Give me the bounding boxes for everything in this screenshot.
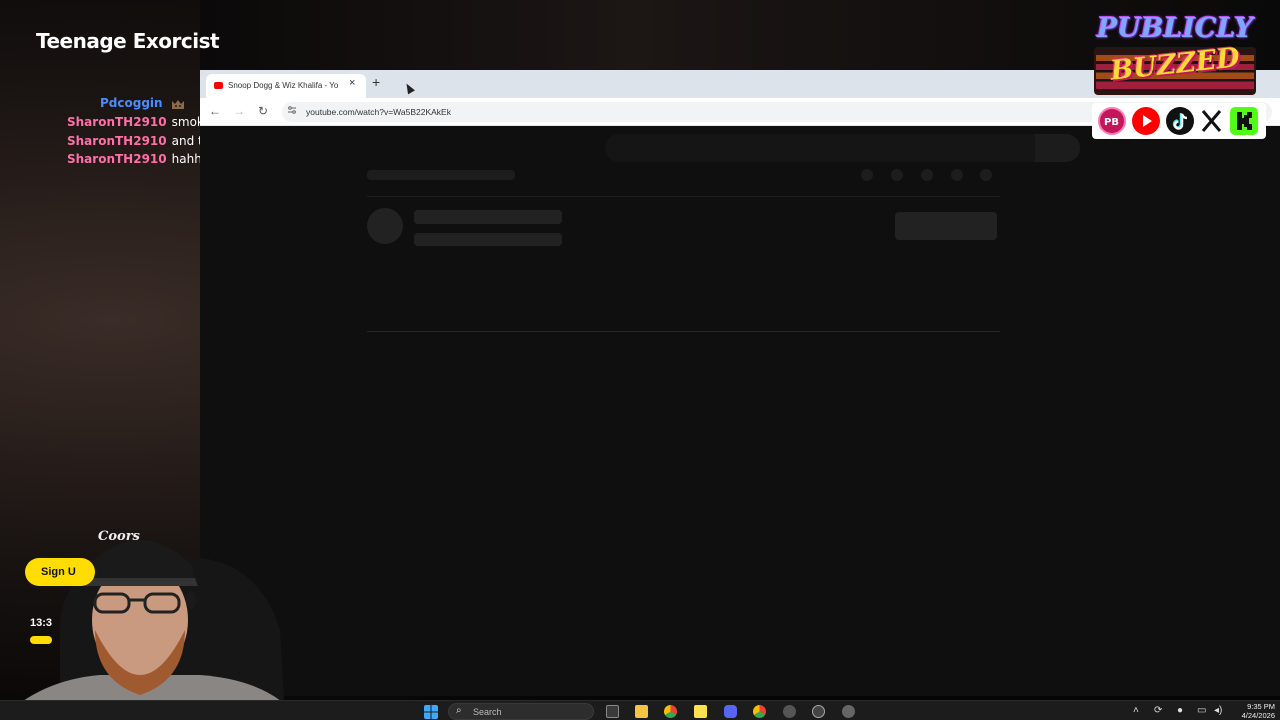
social-icons-bar: PB [1092, 103, 1266, 139]
overlay-clock: 13:3 [30, 617, 53, 629]
search-placeholder: Search [473, 707, 502, 717]
kick-icon [1230, 107, 1258, 135]
divider [367, 331, 1000, 332]
back-button[interactable]: ← [209, 104, 221, 118]
app-icon[interactable] [842, 705, 855, 718]
sticky-notes-icon[interactable] [694, 705, 707, 718]
youtube-loading-page [200, 126, 1280, 696]
search-icon: ⌕ [456, 705, 462, 716]
display-icon[interactable]: ▭ [1197, 705, 1206, 716]
cat-emote-icon [172, 99, 185, 109]
x-icon [1198, 107, 1226, 135]
microphone-icon[interactable]: ● [1177, 705, 1183, 716]
windows-taskbar: ⌕ Search ˄ ⟳ ● ▭ ◂) 9:35 PM 4/24/2026 [0, 700, 1280, 720]
tiktok-icon [1166, 107, 1194, 135]
clock-date: 4/24/2026 [1241, 711, 1275, 720]
file-explorer-icon[interactable] [635, 705, 648, 718]
chat-username: SharonTH2910 [67, 115, 167, 129]
discord-icon[interactable] [724, 705, 737, 718]
app-icon[interactable] [783, 705, 796, 718]
chat-username: Pdcoggin [100, 96, 163, 110]
logo-title: PUBLICLY [1096, 13, 1254, 44]
sync-icon[interactable]: ⟳ [1154, 705, 1162, 716]
taskbar-search[interactable]: ⌕ Search [448, 703, 594, 720]
avatar-skeleton [367, 208, 403, 244]
chevron-up-icon[interactable]: ˄ [1133, 705, 1139, 716]
youtube-icon [1132, 107, 1160, 135]
browser-window: Snoop Dogg & Wiz Khalifa - Yo × + ← → ↻ … [200, 70, 1280, 696]
chat-text: hahh [171, 152, 202, 166]
stream-title: Teenage Exorcist [36, 29, 220, 53]
search-button-skeleton [1035, 134, 1080, 162]
reload-button[interactable]: ↻ [258, 104, 268, 118]
publicly-buzzed-logo: PUBLICLY BUZZED [1090, 13, 1260, 99]
subscriber-skeleton [414, 233, 562, 246]
chat-message: SharonTH2910 hahh [67, 152, 202, 166]
action-skeleton [951, 169, 963, 181]
taskbar-clock[interactable]: 9:35 PM 4/24/2026 [1233, 702, 1275, 720]
title-skeleton [367, 170, 515, 180]
tab-youtube[interactable]: Snoop Dogg & Wiz Khalifa - Yo × [206, 74, 366, 98]
search-box-skeleton [605, 134, 1080, 162]
subscribe-button-skeleton [895, 212, 997, 240]
webcam-feed: Coors [0, 529, 300, 720]
action-skeleton [980, 169, 992, 181]
youtube-icon [214, 82, 223, 89]
chrome-icon[interactable] [753, 705, 766, 718]
divider [367, 196, 1000, 197]
svg-text:Coors: Coors [98, 529, 141, 544]
action-skeleton [891, 169, 903, 181]
new-tab-button[interactable]: + [372, 74, 380, 90]
chat-username: SharonTH2910 [67, 152, 167, 166]
chrome-icon[interactable] [664, 705, 677, 718]
volume-icon[interactable]: ◂) [1214, 705, 1222, 716]
forward-button[interactable]: → [233, 104, 245, 118]
url-text: youtube.com/watch?v=Wa5B22KAkEk [306, 107, 451, 117]
action-skeleton [921, 169, 933, 181]
signup-button[interactable]: Sign U [25, 558, 95, 586]
chat-message: Pdcoggin [100, 96, 186, 110]
obs-icon[interactable] [812, 705, 825, 718]
mouse-cursor-icon [403, 81, 415, 95]
clock-time: 9:35 PM [1247, 702, 1275, 711]
publicly-buzzed-icon: PB [1098, 107, 1126, 135]
svg-text:PB: PB [1104, 117, 1119, 128]
task-view-icon[interactable] [606, 705, 619, 718]
channel-name-skeleton [414, 210, 562, 224]
close-icon[interactable]: × [349, 77, 355, 89]
signup-label: Sign U [41, 566, 76, 578]
chat-username: SharonTH2910 [67, 134, 167, 148]
windows-start-icon[interactable] [424, 705, 438, 719]
site-info-icon[interactable] [287, 105, 297, 115]
overlay-badge [30, 636, 52, 644]
action-skeleton [861, 169, 873, 181]
tab-title: Snoop Dogg & Wiz Khalifa - Yo [228, 81, 339, 90]
